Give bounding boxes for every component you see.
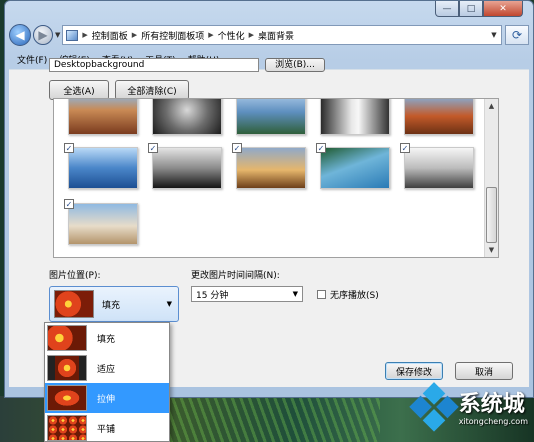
option-fill[interactable]: 填充 [45, 323, 169, 353]
fill-preview-icon [54, 290, 94, 318]
selected-checkbox[interactable]: ✓ [64, 143, 74, 153]
shuffle-option[interactable]: 无序播放(S) [317, 288, 379, 301]
scroll-down-icon[interactable]: ▼ [485, 243, 498, 257]
interval-select[interactable]: 15 分钟 ▼ [191, 286, 303, 302]
windows-logo-icon [407, 382, 461, 436]
breadcrumb-all-items[interactable]: 所有控制面板项 [141, 29, 204, 42]
location-combo[interactable]: Desktopbackground [49, 58, 259, 72]
gallery-scrollbar[interactable]: ▲ ▼ [484, 99, 498, 257]
wallpaper-thumbnail[interactable] [236, 99, 306, 135]
back-arrow-icon[interactable]: ◀ [9, 24, 31, 46]
interval-value: 15 分钟 [196, 290, 229, 301]
watermark: 系统城 xitongcheng.com [408, 382, 528, 432]
clear-all-button[interactable]: 全部清除(C) [115, 80, 189, 100]
shuffle-checkbox[interactable] [317, 290, 326, 299]
fill-preview-icon [47, 325, 87, 351]
address-bar[interactable]: ▶ 控制面板 ▶ 所有控制面板项 ▶ 个性化 ▶ 桌面背景 ▼ [62, 25, 502, 45]
forward-arrow-icon[interactable]: ▶ [33, 25, 53, 45]
address-dropdown-icon[interactable]: ▼ [487, 31, 501, 39]
wallpaper-thumbnail[interactable] [404, 99, 474, 135]
close-button[interactable]: ✕ [483, 1, 523, 17]
menu-file[interactable]: 文件(F) [17, 53, 47, 66]
option-label: 拉伸 [97, 394, 116, 405]
scrollbar-thumb[interactable] [486, 187, 497, 243]
caption-buttons: — □ ✕ [435, 1, 523, 17]
wallpaper-thumbnail[interactable]: ✓ [64, 143, 138, 189]
control-panel-icon [66, 29, 79, 41]
refresh-icon[interactable]: ⟳ [505, 25, 529, 45]
breadcrumb-control-panel[interactable]: 控制面板 [92, 29, 128, 42]
maximize-button[interactable]: □ [459, 1, 483, 17]
wallpaper-thumbnail[interactable] [320, 99, 390, 135]
tile-preview-icon [47, 415, 87, 441]
picture-position-dropdown: 填充 适应 拉伸 平铺 [44, 322, 170, 442]
option-stretch[interactable]: 拉伸 [45, 383, 169, 413]
picture-position-value: 填充 [102, 300, 121, 311]
wallpaper-thumbnail[interactable]: ✓ [232, 143, 306, 189]
shuffle-label: 无序播放(S) [330, 291, 379, 301]
minimize-button[interactable]: — [435, 1, 459, 17]
selected-checkbox[interactable]: ✓ [232, 143, 242, 153]
chevron-down-icon: ▼ [166, 300, 172, 308]
navigation-bar: ◀ ▶ ▼ ▶ 控制面板 ▶ 所有控制面板项 ▶ 个性化 ▶ 桌面背景 ▼ ⟳ [9, 21, 529, 49]
stretch-preview-icon [47, 385, 87, 411]
cancel-button[interactable]: 取消 [455, 362, 513, 380]
watermark-title: 系统城 [458, 391, 525, 417]
breadcrumb-personalization[interactable]: 个性化 [218, 29, 245, 42]
wallpaper-gallery: ✓ ✓ ✓ ✓ ✓ ✓ ▲ ▼ [53, 98, 499, 258]
fit-preview-icon [47, 355, 87, 381]
option-label: 填充 [97, 334, 116, 345]
watermark-text-group: 系统城 xitongcheng.com [458, 391, 528, 426]
wallpaper-thumbnail[interactable]: ✓ [316, 143, 390, 189]
option-fit[interactable]: 适应 [45, 353, 169, 383]
selected-checkbox[interactable]: ✓ [148, 143, 158, 153]
breadcrumb-separator-icon[interactable]: ▶ [132, 31, 137, 39]
browse-button[interactable]: 浏览(B)... [265, 58, 325, 72]
breadcrumb-separator-icon[interactable]: ▶ [82, 31, 87, 39]
wallpaper-thumbnail[interactable]: ✓ [148, 143, 222, 189]
picture-position-label: 图片位置(P): [49, 271, 101, 281]
wallpaper-thumbnail[interactable]: ✓ [400, 143, 474, 189]
save-changes-button[interactable]: 保存修改 [385, 362, 443, 380]
wallpaper-thumbnail[interactable]: ✓ [64, 199, 138, 245]
breadcrumb: ▶ 控制面板 ▶ 所有控制面板项 ▶ 个性化 ▶ 桌面背景 [82, 29, 294, 42]
option-label: 适应 [97, 364, 116, 375]
history-dropdown-icon[interactable]: ▼ [55, 31, 60, 39]
breadcrumb-separator-icon[interactable]: ▶ [208, 31, 213, 39]
option-tile[interactable]: 平铺 [45, 413, 169, 441]
select-all-button[interactable]: 全选(A) [49, 80, 109, 100]
selected-checkbox[interactable]: ✓ [316, 143, 326, 153]
breadcrumb-separator-icon[interactable]: ▶ [249, 31, 254, 39]
breadcrumb-desktop-background[interactable]: 桌面背景 [258, 29, 294, 42]
interval-label: 更改图片时间间隔(N): [191, 271, 280, 281]
scroll-up-icon[interactable]: ▲ [485, 99, 498, 113]
selected-checkbox[interactable]: ✓ [400, 143, 410, 153]
chevron-down-icon: ▼ [292, 290, 298, 298]
watermark-url: xitongcheng.com [458, 416, 528, 426]
wallpaper-thumbnail[interactable] [68, 99, 138, 135]
option-label: 平铺 [97, 424, 116, 435]
location-row: Desktopbackground 浏览(B)... [49, 58, 325, 74]
picture-position-select[interactable]: 填充 ▼ [49, 286, 179, 322]
wallpaper-thumbnail[interactable] [152, 99, 222, 135]
selected-checkbox[interactable]: ✓ [64, 199, 74, 209]
